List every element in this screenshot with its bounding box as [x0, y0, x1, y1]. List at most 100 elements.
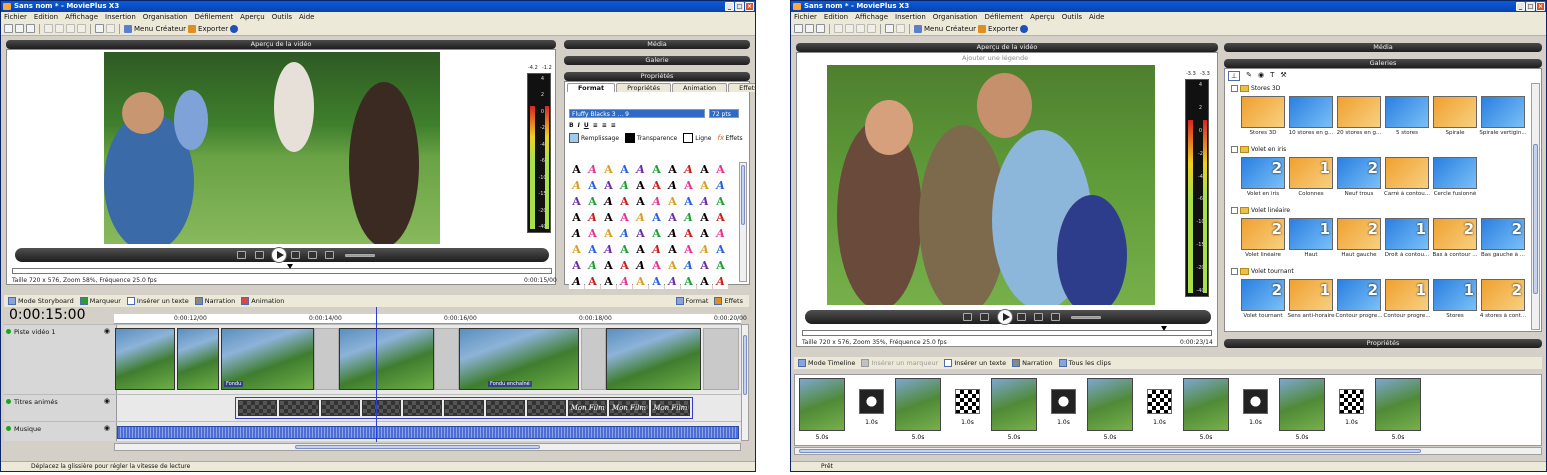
transition-thumbnail[interactable]: 1: [1385, 218, 1429, 250]
font-style-swatch[interactable]: A: [633, 162, 648, 177]
storyboard-clip[interactable]: [895, 378, 941, 431]
transition-thumbnail[interactable]: [1385, 96, 1429, 128]
align-center-icon[interactable]: ≡: [602, 122, 607, 129]
font-style-swatch[interactable]: A: [633, 242, 648, 257]
font-style-swatch[interactable]: A: [681, 162, 696, 177]
transparence-button[interactable]: Transparence: [625, 133, 677, 143]
transition-thumbnail[interactable]: 2: [1241, 157, 1285, 189]
new-icon[interactable]: [794, 24, 803, 33]
music-track-header[interactable]: Musique ◉: [4, 422, 117, 441]
font-style-swatch[interactable]: A: [569, 194, 584, 209]
gallery-section-header[interactable]: Volet tournant: [1231, 268, 1294, 275]
font-style-swatch[interactable]: A: [617, 274, 632, 289]
transition-slot[interactable]: [703, 328, 739, 390]
filters-category-icon[interactable]: ◉: [1258, 71, 1264, 81]
undo-icon[interactable]: [885, 24, 894, 33]
animation-button[interactable]: Animation: [241, 297, 284, 305]
step-forward-icon[interactable]: [308, 251, 317, 259]
transitions-category-icon[interactable]: ⊥: [1228, 71, 1241, 81]
menu-aide[interactable]: Aide: [1089, 12, 1104, 22]
transition-thumbnail[interactable]: 2: [1433, 218, 1477, 250]
speed-slider[interactable]: [1071, 316, 1101, 319]
video-clip[interactable]: [115, 328, 175, 390]
font-style-swatch[interactable]: A: [633, 226, 648, 241]
go-start-icon[interactable]: [237, 251, 246, 259]
font-style-swatch[interactable]: A: [681, 242, 696, 257]
timeline-vertical-scrollbar[interactable]: [741, 324, 749, 441]
add-caption-button[interactable]: Ajouter une légende: [962, 54, 1028, 62]
paste-icon[interactable]: [66, 24, 75, 33]
tab-format[interactable]: Format: [567, 83, 616, 92]
transition-thumbnail[interactable]: 1: [1385, 279, 1429, 311]
font-style-swatch[interactable]: A: [569, 178, 584, 193]
scrollbar-knob[interactable]: [743, 335, 747, 395]
storyboard-transition[interactable]: [859, 389, 884, 414]
menu-createur-button[interactable]: Menu Créateur: [124, 24, 186, 33]
speaker-icon[interactable]: ◉: [104, 424, 110, 432]
narration-button[interactable]: Narration: [194, 297, 235, 305]
font-style-swatch[interactable]: A: [617, 194, 632, 209]
font-style-swatch[interactable]: A: [649, 242, 664, 257]
close-icon[interactable]: ×: [1536, 2, 1545, 11]
video-clip[interactable]: Fondu enchaîné: [459, 328, 579, 390]
font-style-swatch[interactable]: A: [569, 162, 584, 177]
font-style-swatch[interactable]: A: [617, 210, 632, 225]
transition-thumbnail[interactable]: [1481, 96, 1525, 128]
position-slider[interactable]: [802, 326, 1212, 336]
font-size-select[interactable]: 72 pts: [709, 109, 739, 118]
narration-button[interactable]: Narration: [1012, 359, 1053, 367]
font-style-swatch[interactable]: A: [601, 194, 616, 209]
tab-effets[interactable]: Effets: [728, 83, 755, 92]
font-style-swatch[interactable]: A: [665, 242, 680, 257]
transition-slot[interactable]: [581, 328, 606, 390]
menu-organisation[interactable]: Organisation: [933, 12, 978, 22]
transition-thumbnail[interactable]: 2: [1241, 279, 1285, 311]
font-style-swatch[interactable]: A: [617, 258, 632, 273]
font-style-swatch[interactable]: A: [713, 162, 728, 177]
menu-fichier[interactable]: Fichier: [4, 12, 27, 22]
marqueur-button[interactable]: Marqueur: [79, 297, 121, 305]
mode-storyboard-button[interactable]: Mode Storyboard: [8, 297, 74, 305]
effets-timeline-button[interactable]: Effets: [714, 297, 743, 305]
transition-thumbnail[interactable]: 2: [1337, 279, 1381, 311]
position-slider[interactable]: [12, 264, 552, 274]
undo-icon[interactable]: [95, 24, 104, 33]
video-clip[interactable]: [606, 328, 701, 390]
menu-edition[interactable]: Edition: [824, 12, 848, 22]
menu-outils[interactable]: Outils: [272, 12, 292, 22]
transition-thumbnail[interactable]: [1433, 157, 1477, 189]
media-panel-header[interactable]: Média: [564, 40, 750, 49]
menu-affichage[interactable]: Affichage: [65, 12, 98, 22]
font-grid-scrollbar[interactable]: [739, 162, 747, 282]
font-name-select[interactable]: Fluffy Blacks 3 ... 9: [569, 109, 705, 118]
paste-icon[interactable]: [856, 24, 865, 33]
transition-thumbnail[interactable]: [1433, 96, 1477, 128]
transition-thumbnail[interactable]: [1241, 96, 1285, 128]
menu-apercu[interactable]: Aperçu: [1030, 12, 1055, 22]
redo-icon[interactable]: [106, 24, 115, 33]
font-style-swatch[interactable]: A: [569, 242, 584, 257]
font-style-swatch[interactable]: A: [569, 274, 584, 289]
storyboard-clip[interactable]: [991, 378, 1037, 431]
menu-insertion[interactable]: Insertion: [105, 12, 136, 22]
video-clip[interactable]: Fondu: [221, 328, 314, 390]
font-style-swatch[interactable]: A: [665, 194, 680, 209]
font-style-swatch[interactable]: A: [617, 162, 632, 177]
font-style-swatch[interactable]: A: [697, 274, 712, 289]
scrollbar-knob[interactable]: [799, 449, 1421, 453]
font-style-swatch[interactable]: A: [697, 194, 712, 209]
font-style-swatch[interactable]: A: [697, 178, 712, 193]
transition-thumbnail[interactable]: 1: [1289, 218, 1333, 250]
save-icon[interactable]: [26, 24, 35, 33]
align-right-icon[interactable]: ≡: [611, 122, 616, 129]
position-thumb[interactable]: [1161, 326, 1167, 331]
font-style-swatch[interactable]: A: [649, 258, 664, 273]
font-style-swatch[interactable]: A: [649, 274, 664, 289]
font-style-swatch[interactable]: A: [697, 210, 712, 225]
video-track-header[interactable]: Piste vidéo 1 ◉: [4, 325, 117, 394]
properties-panel-header[interactable]: Propriétés: [564, 72, 750, 81]
font-style-swatch[interactable]: A: [633, 274, 648, 289]
font-style-swatch[interactable]: A: [585, 274, 600, 289]
transition-thumbnail[interactable]: 2: [1337, 218, 1381, 250]
inserer-texte-button[interactable]: Insérer un texte: [126, 297, 189, 305]
